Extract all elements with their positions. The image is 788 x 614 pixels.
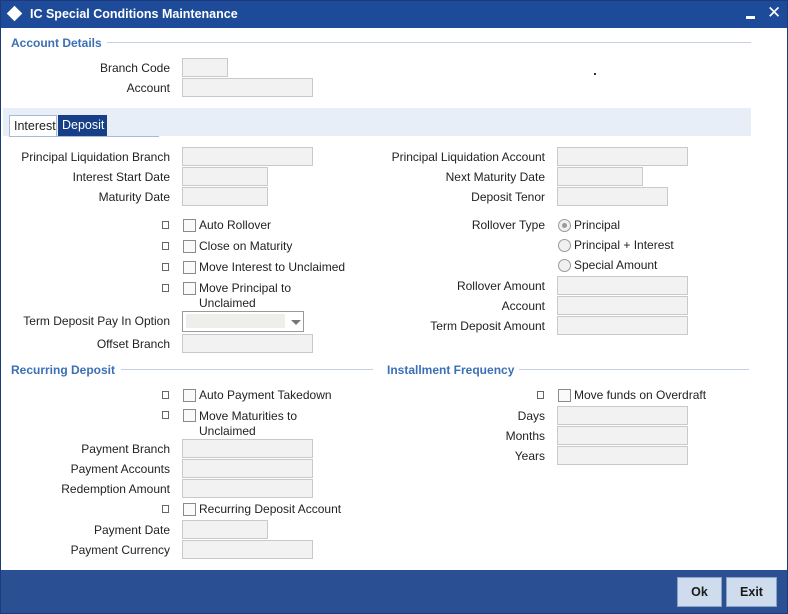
payment-branch-label: Payment Branch: [81, 442, 170, 456]
recurring-deposit-title: Recurring Deposit: [11, 363, 116, 377]
move-interest-unclaimed-checkbox[interactable]: [183, 261, 196, 274]
section-divider: [519, 369, 749, 370]
move-maturities-unclaimed-checkbox[interactable]: [183, 409, 196, 422]
payment-currency-label: Payment Currency: [70, 543, 170, 557]
auto-payment-takedown-label: Auto Payment Takedown: [199, 388, 332, 402]
mini-checkbox-icon: [162, 391, 169, 399]
account-details-title: Account Details: [11, 36, 102, 50]
installment-frequency-title: Installment Frequency: [387, 363, 515, 377]
account-label: Account: [126, 81, 170, 95]
months-label: Months: [505, 429, 545, 443]
principal-liquidation-branch-field[interactable]: [182, 147, 313, 166]
next-maturity-date-label: Next Maturity Date: [445, 170, 545, 184]
principal-liquidation-account-field[interactable]: [557, 147, 688, 166]
auto-payment-takedown-checkbox[interactable]: [183, 389, 196, 402]
redemption-amount-field[interactable]: [182, 479, 313, 498]
chevron-down-icon[interactable]: [291, 320, 301, 325]
interest-start-date-field[interactable]: [182, 167, 268, 186]
close-on-maturity-checkbox[interactable]: [183, 240, 196, 253]
mini-checkbox-icon: [537, 391, 544, 399]
days-label: Days: [517, 409, 545, 423]
rollover-amount-label: Rollover Amount: [456, 279, 545, 293]
offset-branch-field[interactable]: [182, 334, 313, 353]
days-field[interactable]: [557, 406, 688, 425]
maturity-date-field[interactable]: [182, 187, 268, 206]
close-icon[interactable]: ✕: [767, 4, 781, 21]
pay-in-selected-value: [186, 314, 285, 328]
move-funds-overdraft-label: Move funds on Overdraft: [574, 388, 707, 402]
principal-liquidation-branch-label: Principal Liquidation Branch: [21, 150, 170, 164]
ok-button[interactable]: Ok: [677, 577, 722, 607]
move-funds-overdraft-checkbox[interactable]: [558, 389, 571, 402]
mini-checkbox-icon: [162, 505, 169, 513]
term-deposit-amount-label: Term Deposit Amount: [430, 319, 545, 333]
deposit-tenor-label: Deposit Tenor: [471, 190, 545, 204]
window-title: IC Special Conditions Maintenance: [30, 7, 238, 21]
auto-rollover-label: Auto Rollover: [199, 218, 272, 232]
years-label: Years: [514, 449, 545, 463]
term-deposit-pay-in-option-label: Term Deposit Pay In Option: [23, 314, 170, 328]
rollover-principal-interest-radio[interactable]: [558, 239, 571, 252]
recurring-deposit-account-label: Recurring Deposit Account: [199, 502, 342, 516]
mini-checkbox-icon: [162, 242, 169, 250]
redemption-amount-label: Redemption Amount: [61, 482, 170, 496]
tab-underline: [9, 136, 159, 137]
rollover-account-field[interactable]: [557, 296, 688, 315]
account-field[interactable]: [182, 78, 313, 97]
branch-code-field[interactable]: [182, 58, 228, 77]
mini-checkbox-icon: [162, 221, 169, 229]
mini-checkbox-icon: [162, 411, 169, 419]
rollover-principal-interest-label: Principal + Interest: [574, 238, 674, 252]
mini-checkbox-icon: [162, 284, 169, 292]
rollover-account-label: Account: [501, 299, 545, 313]
branch-code-label: Branch Code: [99, 61, 170, 75]
rollover-special-amount-label: Special Amount: [574, 258, 658, 272]
move-principal-label-line1: Move Principal to: [199, 281, 292, 295]
rollover-type-label: Rollover Type: [471, 218, 545, 232]
auto-rollover-checkbox[interactable]: [183, 219, 196, 232]
tab-interest[interactable]: Interest: [9, 115, 57, 136]
maturity-date-label: Maturity Date: [98, 190, 170, 204]
payment-currency-field[interactable]: [182, 540, 313, 559]
principal-liquidation-account-label: Principal Liquidation Account: [391, 150, 545, 164]
deposit-tenor-field[interactable]: [557, 187, 668, 206]
months-field[interactable]: [557, 426, 688, 445]
payment-branch-field[interactable]: [182, 439, 313, 458]
footer-bar: [1, 570, 787, 613]
move-principal-label-line2: Unclaimed: [199, 296, 256, 310]
rollover-principal-label: Principal: [574, 218, 621, 232]
move-interest-unclaimed-label: Move Interest to Unclaimed: [199, 260, 346, 274]
close-on-maturity-label: Close on Maturity: [199, 239, 293, 253]
term-deposit-amount-field[interactable]: [557, 316, 688, 335]
minimize-icon[interactable]: [746, 16, 755, 19]
recurring-deposit-account-checkbox[interactable]: [183, 503, 196, 516]
next-maturity-date-field[interactable]: [557, 167, 643, 186]
term-deposit-pay-in-select[interactable]: [182, 311, 304, 332]
stray-dot: [594, 73, 596, 75]
exit-button[interactable]: Exit: [726, 577, 777, 607]
interest-start-date-label: Interest Start Date: [72, 170, 170, 184]
move-maturities-label-line1: Move Maturities to: [199, 409, 298, 423]
title-bar: IC Special Conditions Maintenance ✕: [1, 1, 787, 28]
diamond-app-icon: [6, 5, 23, 22]
payment-date-label: Payment Date: [93, 523, 170, 537]
payment-date-field[interactable]: [182, 520, 268, 539]
years-field[interactable]: [557, 446, 688, 465]
rollover-principal-radio[interactable]: [558, 219, 571, 232]
section-divider: [107, 42, 751, 43]
rollover-special-amount-radio[interactable]: [558, 259, 571, 272]
ic-special-conditions-window: IC Special Conditions Maintenance ✕ Acco…: [0, 0, 788, 614]
tab-band: [3, 108, 751, 136]
rollover-amount-field[interactable]: [557, 276, 688, 295]
mini-checkbox-icon: [162, 263, 169, 271]
tab-deposit[interactable]: Deposit: [58, 115, 107, 136]
payment-accounts-label: Payment Accounts: [70, 462, 170, 476]
move-principal-unclaimed-checkbox[interactable]: [183, 282, 196, 295]
offset-branch-label: Offset Branch: [96, 337, 170, 351]
move-maturities-label-line2: Unclaimed: [199, 424, 256, 438]
section-divider: [121, 369, 373, 370]
payment-accounts-field[interactable]: [182, 459, 313, 478]
